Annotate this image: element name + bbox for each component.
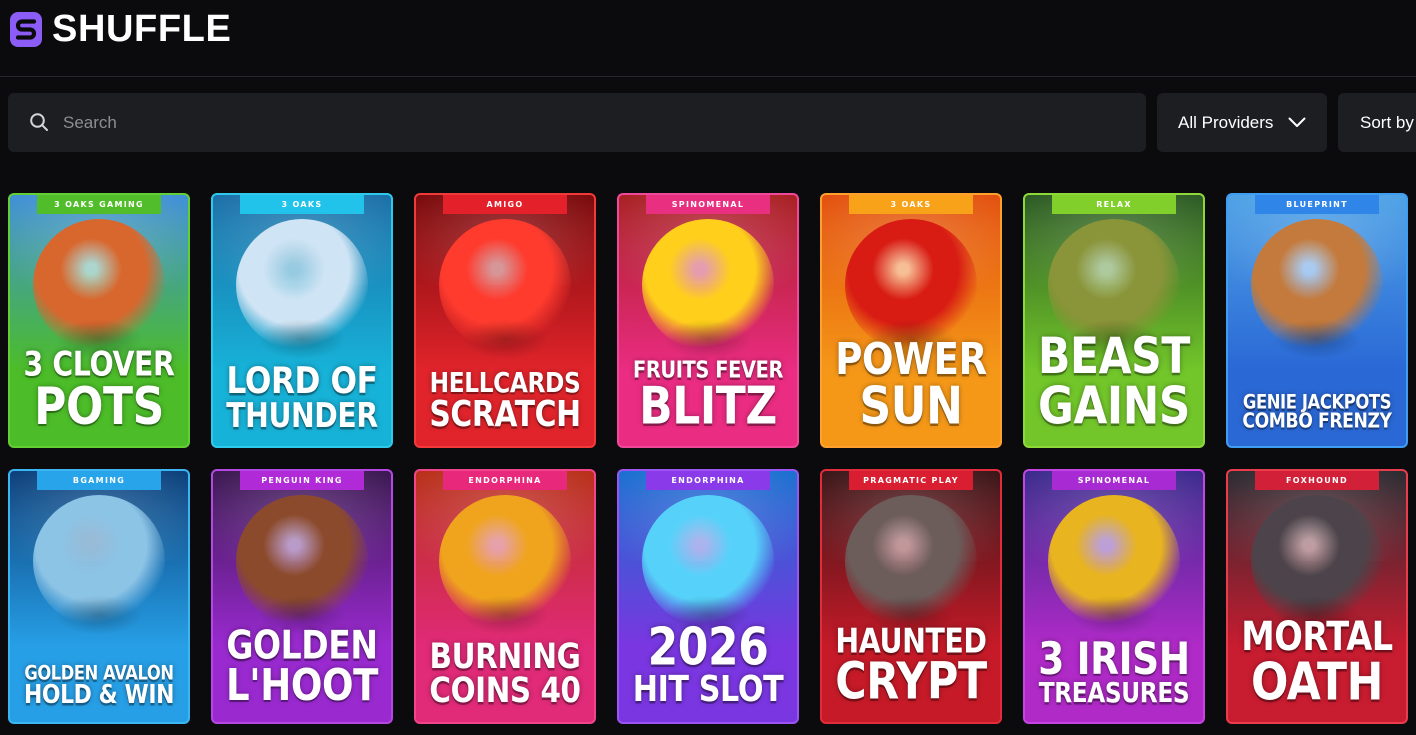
game-card[interactable]: SPINOMENAL 3 IRISH TREASURES: [1023, 469, 1205, 724]
game-title-line: BEAST: [1038, 327, 1190, 386]
game-art-figure: [1048, 495, 1180, 635]
game-art-figure: [845, 219, 977, 359]
game-title-line: TREASURES: [1038, 677, 1190, 710]
game-title-line: POTS: [34, 376, 164, 437]
game-art-figure: [236, 495, 368, 635]
game-card[interactable]: SPINOMENAL FRUITS FEVER BLITZ: [617, 193, 799, 448]
game-card[interactable]: PRAGMATIC PLAY HAUNTED CRYPT: [820, 469, 1002, 724]
game-title-line: POWER: [835, 333, 987, 385]
game-card[interactable]: AMIGO HELLCARDS SCRATCH: [414, 193, 596, 448]
search-input[interactable]: [63, 93, 1123, 152]
sort-dropdown[interactable]: Sort by: [1338, 93, 1416, 152]
game-art-figure: [845, 495, 977, 635]
game-title: BURNING COINS 40: [416, 636, 594, 711]
provider-badge: SPINOMENAL: [1052, 471, 1176, 490]
provider-badge: PRAGMATIC PLAY: [849, 471, 973, 490]
game-art-figure: [642, 219, 774, 359]
game-title-line: LORD OF: [226, 359, 378, 403]
game-card[interactable]: BGAMING GOLDEN AVALON HOLD & WIN: [8, 469, 190, 724]
provider-badge: PENGUIN KING: [240, 471, 364, 490]
game-title: GOLDEN AVALON HOLD & WIN: [10, 663, 188, 710]
game-title-line: HOLD & WIN: [24, 680, 174, 710]
providers-dropdown[interactable]: All Providers: [1157, 93, 1327, 152]
provider-badge: 3 OAKS: [849, 195, 973, 214]
search-icon: [30, 113, 48, 131]
game-art-figure: [33, 219, 165, 359]
providers-dropdown-label: All Providers: [1178, 113, 1274, 132]
game-card[interactable]: ENDORPHINA 2026 HIT SLOT: [617, 469, 799, 724]
game-card[interactable]: 3 OAKS POWER SUN: [820, 193, 1002, 448]
game-card[interactable]: RELAX BEAST GAINS: [1023, 193, 1205, 448]
game-title: BEAST GAINS: [1025, 332, 1203, 432]
game-title: FRUITS FEVER BLITZ: [619, 358, 797, 437]
chevron-down-icon: [1288, 117, 1306, 127]
game-title: HELLCARDS SCRATCH: [416, 369, 594, 436]
game-title: HAUNTED CRYPT: [822, 625, 1000, 712]
game-art-figure: [642, 495, 774, 635]
game-art-figure: [33, 495, 165, 635]
game-title-line: 3 IRISH: [1038, 632, 1190, 685]
game-art-figure: [1251, 219, 1383, 359]
game-title-line: COMBO FRENZY: [1242, 409, 1392, 434]
provider-badge: SPINOMENAL: [646, 195, 770, 214]
search-bar[interactable]: [8, 93, 1146, 152]
game-title-line: HIT SLOT: [632, 669, 784, 711]
provider-badge: AMIGO: [443, 195, 567, 214]
shuffle-logo[interactable]: SHUFFLE: [10, 8, 232, 50]
provider-badge: 3 OAKS: [240, 195, 364, 214]
game-title-line: 2026: [647, 617, 769, 678]
game-title-line: L'HOOT: [226, 660, 378, 712]
game-art-figure: [236, 219, 368, 359]
game-title: MORTAL OATH: [1228, 613, 1406, 713]
provider-badge: FOXHOUND: [1255, 471, 1379, 490]
provider-badge: BLUEPRINT: [1255, 195, 1379, 214]
game-title-line: SUN: [859, 376, 963, 437]
game-title-line: BLITZ: [639, 376, 777, 437]
game-title-line: CRYPT: [835, 652, 987, 712]
provider-badge: 3 OAKS GAMING: [37, 195, 161, 214]
game-grid: 3 OAKS GAMING 3 CLOVER POTS 3 OAKS LORD OF TH…: [8, 193, 1408, 724]
game-title: 3 IRISH TREASURES: [1025, 632, 1203, 710]
game-title-line: GAINS: [1038, 375, 1190, 436]
game-card[interactable]: 3 OAKS GAMING 3 CLOVER POTS: [8, 193, 190, 448]
top-header: SHUFFLE: [0, 0, 1416, 76]
game-title-line: BURNING: [429, 636, 581, 677]
provider-badge: ENDORPHINA: [646, 471, 770, 490]
game-title-line: MORTAL: [1241, 613, 1393, 660]
game-title: POWER SUN: [822, 333, 1000, 437]
game-card[interactable]: FOXHOUND MORTAL OATH: [1226, 469, 1408, 724]
game-title-line: COINS 40: [429, 670, 581, 711]
provider-badge: RELAX: [1052, 195, 1176, 214]
game-title: GENIE JACKPOTS COMBO FRENZY: [1228, 392, 1406, 434]
game-card[interactable]: ENDORPHINA BURNING COINS 40: [414, 469, 596, 724]
game-card[interactable]: PENGUIN KING GOLDEN L'HOOT: [211, 469, 393, 724]
game-title: LORD OF THUNDER: [213, 363, 391, 432]
provider-badge: ENDORPHINA: [443, 471, 567, 490]
shuffle-logo-icon: [10, 11, 42, 47]
game-art-figure: [439, 219, 571, 359]
game-title: GOLDEN L'HOOT: [213, 626, 391, 712]
game-title-line: SCRATCH: [429, 394, 581, 436]
game-card[interactable]: 3 OAKS LORD OF THUNDER: [211, 193, 393, 448]
header-divider: [0, 76, 1416, 77]
game-title-line: THUNDER: [226, 395, 378, 435]
game-title: 2026 HIT SLOT: [619, 622, 797, 708]
game-art-figure: [439, 495, 571, 635]
brand-name: SHUFFLE: [52, 8, 232, 50]
game-card[interactable]: BLUEPRINT GENIE JACKPOTS COMBO FRENZY: [1226, 193, 1408, 448]
game-art-figure: [1251, 495, 1383, 635]
provider-badge: BGAMING: [37, 471, 161, 490]
game-title-line: OATH: [1250, 652, 1384, 713]
sort-dropdown-label: Sort by: [1360, 113, 1414, 132]
game-title: 3 CLOVER POTS: [10, 348, 188, 437]
